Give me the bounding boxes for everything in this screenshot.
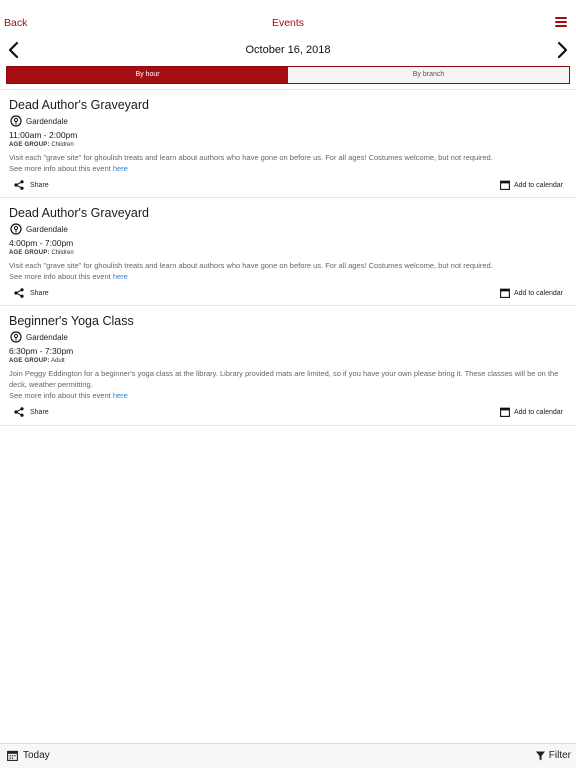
event-actions: Share Add to calendar (9, 284, 567, 308)
back-button[interactable]: Back (4, 17, 27, 29)
age-group-value: Children (51, 142, 74, 148)
share-label: Share (30, 181, 49, 189)
event-actions: Share Add to calendar (9, 403, 567, 427)
share-icon (14, 407, 24, 417)
add-to-calendar-button[interactable]: Add to calendar (500, 180, 563, 190)
funnel-icon (535, 751, 545, 760)
share-icon (14, 288, 24, 298)
age-group-label: AGE GROUP: (9, 142, 50, 148)
today-button[interactable]: Today (7, 750, 50, 761)
event-location-name: Gardendale (26, 224, 68, 234)
location-pin-icon (10, 114, 22, 127)
event-card: Dead Author's Graveyard Gardendale 11:00… (0, 90, 576, 198)
share-button[interactable]: Share (14, 288, 49, 298)
more-info-text: See more info about this event (9, 272, 111, 281)
add-to-calendar-label: Add to calendar (513, 408, 563, 416)
share-button[interactable]: Share (14, 180, 49, 190)
age-group-value: Adult (51, 358, 65, 364)
event-more-info: See more info about this event here (9, 271, 567, 282)
event-more-info: See more info about this event here (9, 390, 567, 401)
age-group-value: Children (51, 250, 74, 256)
date-navigator: October 16, 2018 (0, 38, 576, 62)
current-date: October 16, 2018 (245, 44, 331, 56)
event-time: 6:30pm - 7:30pm (9, 346, 74, 356)
event-location-name: Gardendale (26, 116, 68, 126)
add-to-calendar-button[interactable]: Add to calendar (500, 407, 563, 417)
location-pin-icon (10, 222, 22, 235)
location-pin-icon (10, 330, 22, 343)
event-time: 4:00pm - 7:00pm (9, 238, 74, 248)
calendar-icon (7, 750, 18, 761)
tab-by-branch[interactable]: By branch (288, 67, 569, 83)
event-age-group: AGE GROUP: Children (9, 141, 567, 150)
more-info-text: See more info about this event (9, 391, 111, 400)
event-actions: Share Add to calendar (9, 176, 567, 200)
age-group-label: AGE GROUP: (9, 358, 50, 364)
filter-button[interactable]: Filter (535, 750, 571, 761)
event-description: Visit each "grave site" for ghoulish tre… (9, 261, 493, 270)
age-group-label: AGE GROUP: (9, 250, 50, 256)
bottom-toolbar: Today Filter (0, 743, 576, 768)
calendar-icon (500, 180, 510, 190)
add-to-calendar-label: Add to calendar (513, 181, 563, 189)
share-label: Share (30, 289, 49, 297)
event-title[interactable]: Beginner's Yoga Class (9, 313, 567, 329)
view-mode-segmented-control: By hour By branch (6, 66, 570, 84)
chevron-right-icon[interactable] (553, 41, 571, 59)
more-info-link[interactable]: here (113, 164, 128, 173)
event-title[interactable]: Dead Author's Graveyard (9, 205, 567, 221)
event-list: Dead Author's Graveyard Gardendale 11:00… (0, 89, 576, 426)
event-description: Join Peggy Eddington for a beginner's yo… (9, 369, 559, 389)
page-title: Events (271, 17, 305, 29)
event-time: 11:00am - 2:00pm (9, 130, 78, 140)
event-location: Gardendale (9, 330, 567, 344)
event-card: Dead Author's Graveyard Gardendale 4:00p… (0, 198, 576, 306)
calendar-icon (500, 407, 510, 417)
today-label: Today (23, 750, 50, 761)
share-icon (14, 180, 24, 190)
tab-by-hour[interactable]: By hour (7, 67, 288, 83)
add-to-calendar-label: Add to calendar (513, 289, 563, 297)
event-location: Gardendale (9, 222, 567, 236)
more-info-text: See more info about this event (9, 164, 111, 173)
filter-label: Filter (548, 750, 571, 761)
hamburger-menu-icon[interactable] (555, 17, 567, 29)
add-to-calendar-button[interactable]: Add to calendar (500, 288, 563, 298)
event-card: Beginner's Yoga Class Gardendale 6:30pm … (0, 306, 576, 426)
event-location: Gardendale (9, 114, 567, 128)
event-age-group: AGE GROUP: Children (9, 249, 567, 258)
calendar-icon (500, 288, 510, 298)
more-info-link[interactable]: here (113, 272, 128, 281)
share-label: Share (30, 408, 49, 416)
event-description: Visit each "grave site" for ghoulish tre… (9, 153, 493, 162)
share-button[interactable]: Share (14, 407, 49, 417)
event-location-name: Gardendale (26, 332, 68, 342)
event-title[interactable]: Dead Author's Graveyard (9, 97, 567, 113)
more-info-link[interactable]: here (113, 391, 128, 400)
event-more-info: See more info about this event here (9, 163, 567, 174)
event-age-group: AGE GROUP: Adult (9, 357, 567, 366)
